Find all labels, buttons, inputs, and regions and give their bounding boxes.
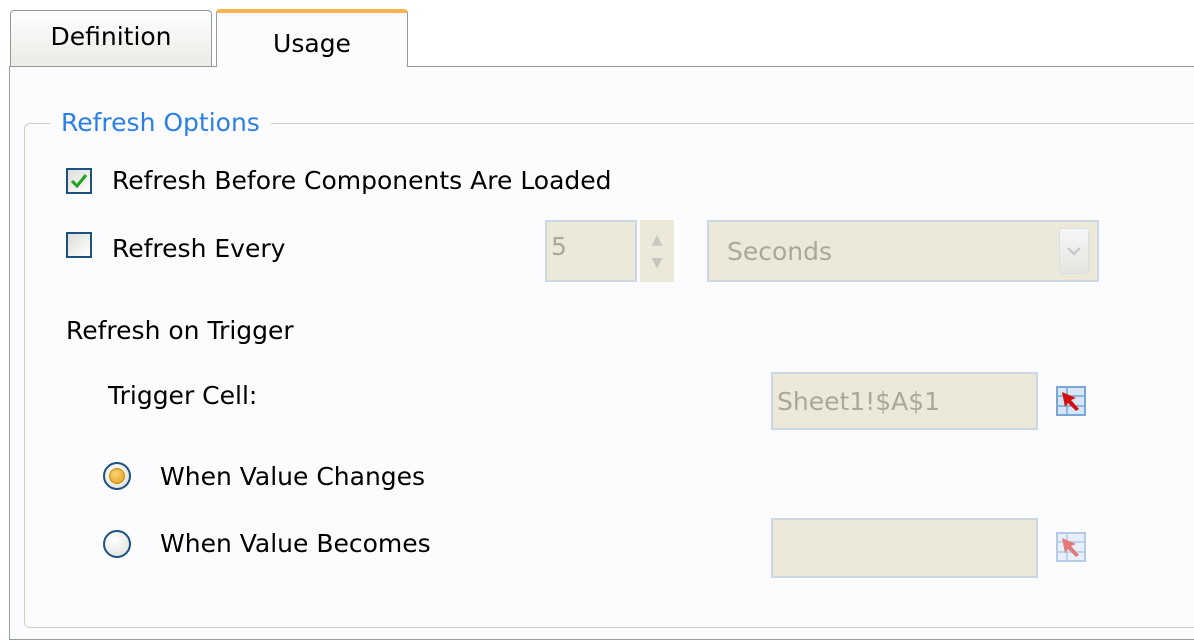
interval-spinner[interactable]: ▲ ▼ [640,220,674,282]
tab-usage-label: Usage [273,28,351,58]
cell-picker-icon[interactable] [1056,386,1086,416]
checkmark-icon [70,174,88,189]
when-value-becomes-input[interactable] [771,518,1038,578]
radio-selected-dot [109,468,125,484]
when-value-changes-label: When Value Changes [160,462,426,491]
spin-down-icon[interactable]: ▼ [652,256,663,270]
tab-definition[interactable]: Definition [10,10,212,66]
interval-unit-value: Seconds [727,236,833,266]
when-value-becomes-label: When Value Becomes [160,529,431,558]
refresh-every-checkbox[interactable] [66,232,92,258]
dropdown-arrow-icon[interactable] [1059,228,1089,274]
tab-usage[interactable]: Usage [216,9,408,67]
refresh-before-label: Refresh Before Components Are Loaded [112,166,612,195]
interval-input[interactable]: 5 [545,220,637,282]
trigger-cell-value: Sheet1!$A$1 [777,386,941,416]
spin-up-icon[interactable]: ▲ [652,233,663,247]
trigger-cell-label: Trigger Cell: [108,381,258,410]
refresh-every-label: Refresh Every [112,234,286,263]
when-value-becomes-radio[interactable] [103,530,131,558]
group-legend: Refresh Options [50,106,271,140]
when-value-changes-radio[interactable] [103,462,131,490]
cell-picker-disabled-icon[interactable] [1056,532,1086,562]
tab-strip: Definition Usage [0,0,1194,67]
interval-value: 5 [551,232,567,261]
trigger-cell-input[interactable]: Sheet1!$A$1 [771,372,1038,430]
refresh-before-checkbox[interactable] [66,168,92,194]
interval-unit-select[interactable]: Seconds [707,220,1099,282]
refresh-on-trigger-heading: Refresh on Trigger [66,316,294,345]
tab-definition-label: Definition [50,22,172,51]
